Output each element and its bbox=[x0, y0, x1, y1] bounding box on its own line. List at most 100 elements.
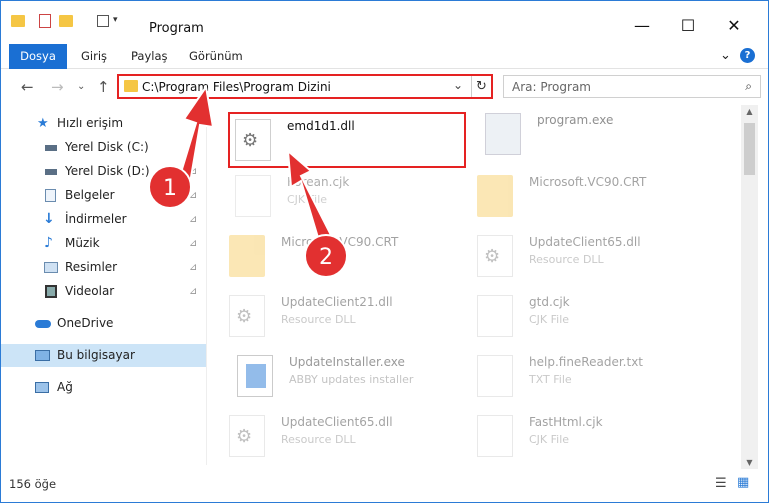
callout-badge-2: 2 bbox=[304, 234, 348, 278]
nav-network[interactable]: Ağ bbox=[1, 376, 206, 399]
customize-toolbar-icon[interactable] bbox=[97, 15, 109, 27]
search-icon[interactable]: ⌕ bbox=[745, 79, 752, 94]
tab-paylas[interactable]: Paylaş bbox=[131, 45, 168, 67]
nav-item-muzik[interactable]: ♪ Müzik ⊿ bbox=[1, 232, 206, 255]
installer-icon bbox=[237, 355, 273, 397]
pictures-icon bbox=[44, 262, 58, 273]
address-dropdown-icon[interactable]: ⌄ bbox=[453, 78, 463, 92]
item-count: 156 öğe bbox=[9, 477, 57, 491]
nav-item-label: Müzik bbox=[65, 236, 100, 250]
up-button[interactable]: ↑ bbox=[97, 78, 110, 96]
file-item[interactable]: Korean.cjk CJK File bbox=[235, 171, 475, 227]
ribbon-expand-icon[interactable]: ⌄ bbox=[720, 45, 731, 67]
file-item[interactable]: ⚙ UpdateClient65.dll Resource DLL bbox=[477, 231, 717, 287]
nav-item-label: Yerel Disk (D:) bbox=[65, 164, 150, 178]
star-icon: ★ bbox=[37, 116, 49, 131]
maximize-button[interactable]: ☐ bbox=[665, 11, 711, 41]
new-folder-icon[interactable] bbox=[59, 15, 73, 27]
file-name: Korean.cjk bbox=[287, 175, 350, 189]
forward-button[interactable]: → bbox=[51, 78, 64, 96]
details-view-icon[interactable]: ☰ bbox=[715, 476, 727, 491]
computer-icon bbox=[35, 350, 50, 361]
nav-item-label: Videolar bbox=[65, 284, 115, 298]
document-icon bbox=[477, 355, 513, 397]
file-type: CJK File bbox=[287, 193, 328, 206]
address-bar[interactable]: C:\Program Files\Program Dizini ⌄ ↻ bbox=[117, 74, 493, 99]
file-item[interactable]: FastHtml.cjk CJK File bbox=[477, 411, 717, 467]
music-icon: ♪ bbox=[44, 235, 53, 251]
tab-gorunum[interactable]: Görünüm bbox=[189, 45, 243, 67]
file-name: gtd.cjk bbox=[529, 295, 570, 309]
file-name: FastHtml.cjk bbox=[529, 415, 603, 429]
network-icon bbox=[35, 382, 49, 393]
file-item[interactable]: program.exe bbox=[485, 109, 725, 165]
pin-icon[interactable]: ⊿ bbox=[189, 232, 197, 255]
document-icon bbox=[477, 415, 513, 457]
file-name: program.exe bbox=[537, 113, 614, 127]
file-item[interactable]: Microsoft.VC90.CRT bbox=[229, 231, 469, 287]
pin-icon[interactable]: ⊿ bbox=[189, 136, 197, 159]
pin-icon[interactable]: ⊿ bbox=[189, 280, 197, 303]
file-name: Microsoft.VC90.CRT bbox=[529, 175, 647, 189]
nav-onedrive[interactable]: OneDrive bbox=[1, 312, 206, 335]
nav-item-c-drive[interactable]: Yerel Disk (C:) ⊿ bbox=[1, 136, 206, 159]
recent-locations-button[interactable]: ⌄ bbox=[77, 81, 85, 92]
nav-item-videolar[interactable]: Videolar ⊿ bbox=[1, 280, 206, 303]
address-path: C:\Program Files\Program Dizini bbox=[142, 80, 331, 94]
nav-item-label: Bu bilgisayar bbox=[57, 348, 135, 362]
scroll-down-button[interactable]: ▼ bbox=[741, 458, 758, 467]
file-item[interactable]: ⚙ UpdateClient65.dll Resource DLL bbox=[229, 411, 469, 467]
explorer-window: ▾ Program — ☐ ✕ Dosya Giriş Paylaş Görün… bbox=[0, 0, 769, 503]
nav-this-pc[interactable]: Bu bilgisayar bbox=[1, 344, 206, 367]
folder-icon bbox=[11, 15, 25, 27]
cloud-icon bbox=[35, 320, 51, 328]
file-item[interactable]: help.fineReader.txt TXT File bbox=[477, 351, 717, 407]
file-item[interactable]: ⚙ UpdateClient21.dll Resource DLL bbox=[229, 291, 469, 347]
nav-item-resimler[interactable]: Resimler ⊿ bbox=[1, 256, 206, 279]
ribbon-tabs: Dosya Giriş Paylaş Görünüm ⌄ ? bbox=[1, 41, 768, 69]
tab-giris[interactable]: Giriş bbox=[81, 45, 107, 67]
vertical-scrollbar[interactable]: ▲ ▼ bbox=[741, 105, 758, 469]
file-item[interactable]: UpdateInstaller.exe ABBY updates install… bbox=[237, 351, 477, 407]
nav-item-label: Resimler bbox=[65, 260, 118, 274]
nav-quick-access[interactable]: ★ Hızlı erişim bbox=[1, 112, 206, 135]
folder-icon bbox=[124, 80, 138, 92]
search-placeholder: Ara: Program bbox=[512, 80, 591, 94]
scroll-thumb[interactable] bbox=[744, 123, 755, 175]
file-name: UpdateClient21.dll bbox=[281, 295, 393, 309]
pin-icon[interactable]: ⊿ bbox=[189, 208, 197, 231]
installer-screen-icon bbox=[246, 364, 266, 388]
dll-file-icon: ⚙ bbox=[229, 295, 265, 337]
search-input[interactable]: Ara: Program ⌕ bbox=[503, 75, 761, 98]
tiles-view-icon[interactable]: ▦ bbox=[737, 475, 749, 490]
gear-icon: ⚙ bbox=[236, 426, 253, 447]
file-type: Resource DLL bbox=[281, 433, 356, 446]
file-type: ABBY updates installer bbox=[289, 373, 414, 386]
file-type: Resource DLL bbox=[529, 253, 604, 266]
properties-icon[interactable] bbox=[39, 14, 51, 28]
file-item[interactable]: gtd.cjk CJK File bbox=[477, 291, 717, 347]
scroll-up-button[interactable]: ▲ bbox=[741, 107, 758, 116]
dll-file-icon: ⚙ bbox=[477, 235, 513, 277]
file-type: Resource DLL bbox=[281, 313, 356, 326]
minimize-button[interactable]: — bbox=[619, 11, 665, 41]
drive-icon bbox=[45, 169, 57, 175]
chevron-down-icon[interactable]: ▾ bbox=[113, 15, 118, 33]
gear-icon: ⚙ bbox=[484, 246, 501, 267]
pin-icon[interactable]: ⊿ bbox=[189, 256, 197, 279]
file-item[interactable]: Microsoft.VC90.CRT bbox=[477, 171, 717, 227]
address-row: ← → ⌄ ↑ C:\Program Files\Program Dizini … bbox=[1, 70, 768, 104]
window-title: Program bbox=[149, 21, 204, 36]
help-icon[interactable]: ? bbox=[740, 48, 755, 63]
file-name: help.fineReader.txt bbox=[529, 355, 643, 369]
documents-icon bbox=[45, 189, 56, 202]
close-button[interactable]: ✕ bbox=[711, 11, 757, 41]
refresh-button[interactable]: ↻ bbox=[471, 76, 491, 97]
tab-dosya[interactable]: Dosya bbox=[9, 44, 67, 69]
folder-icon bbox=[477, 175, 513, 217]
nav-item-indirmeler[interactable]: ↓ İndirmeler ⊿ bbox=[1, 208, 206, 231]
back-button[interactable]: ← bbox=[21, 78, 34, 96]
downloads-icon: ↓ bbox=[43, 211, 55, 227]
gear-icon: ⚙ bbox=[236, 306, 253, 327]
file-name: UpdateInstaller.exe bbox=[289, 355, 405, 369]
